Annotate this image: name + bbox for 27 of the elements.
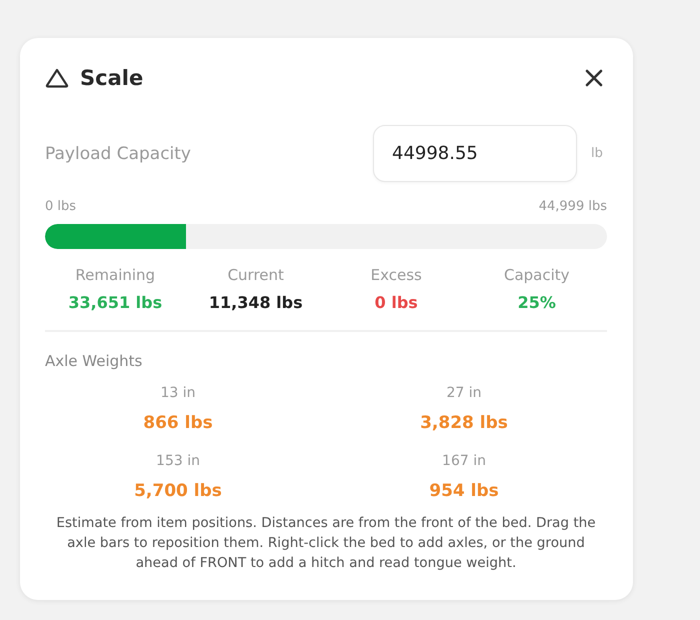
range-min-label: 0 lbs (45, 199, 76, 214)
axle-weight: 954 lbs (429, 480, 499, 502)
stat-label: Remaining (75, 265, 156, 285)
axle-position: 27 in (446, 384, 482, 403)
range-max-label: 44,999 lbs (538, 199, 607, 214)
axle-position: 153 in (156, 452, 200, 471)
axle-weight: 866 lbs (143, 412, 213, 434)
stat-value: 33,651 lbs (68, 293, 162, 313)
triangle-icon (45, 68, 69, 88)
stat-value: 11,348 lbs (208, 293, 303, 313)
axle-position: 167 in (442, 452, 486, 471)
stat-value: 25% (518, 293, 556, 313)
payload-capacity-label: Payload Capacity (45, 144, 191, 164)
payload-capacity-field[interactable]: 44998.55 (373, 125, 577, 182)
close-button[interactable] (583, 67, 605, 89)
close-icon (583, 67, 605, 89)
axle-weight: 5,700 lbs (134, 480, 222, 502)
help-text: Estimate from item positions. Distances are from the front of the bed. Drag the axle bars to reposition them. Right-click the bed to add axles, or the ground ahead of FRONT to add a hitch and read tongue weight. (55, 514, 597, 573)
axle-position: 13 in (160, 384, 196, 403)
stat-value: 0 lbs (374, 293, 418, 313)
unit-label: lb (591, 146, 604, 161)
stat-label: Capacity (504, 265, 570, 285)
stat-label: Current (228, 265, 284, 285)
axle-weight: 3,828 lbs (420, 412, 508, 434)
section-title: Axle Weights (45, 351, 142, 371)
stat-label: Excess (370, 265, 422, 285)
panel-title: Scale (80, 66, 144, 90)
